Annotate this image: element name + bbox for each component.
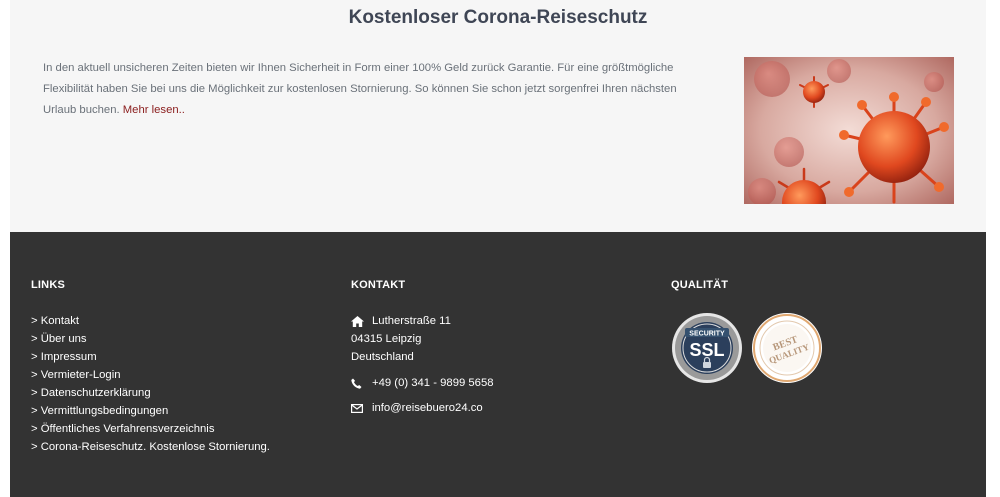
contact-heading: KONTAKT <box>351 279 406 291</box>
contact-city: 04315 Leipzig <box>351 333 422 345</box>
contact-email[interactable]: info@reisebuero24.co <box>351 399 494 417</box>
footer-link-ueber-uns[interactable]: > Über uns <box>31 330 270 348</box>
page-frame: Kostenloser Corona-Reiseschutz In den ak… <box>10 0 986 497</box>
links-heading: LINKS <box>31 279 65 291</box>
footer-link-kontakt[interactable]: > Kontakt <box>31 312 270 330</box>
corona-section: Kostenloser Corona-Reiseschutz In den ak… <box>10 0 986 232</box>
contact-phone-text: +49 (0) 341 - 9899 5658 <box>372 377 494 389</box>
best-quality-badge: BEST QUALITY <box>751 312 823 389</box>
envelope-icon <box>351 403 372 413</box>
corona-virus-image <box>744 57 954 204</box>
footer-links-column: LINKS > Kontakt > Über uns > Impressum >… <box>31 278 270 456</box>
contact-phone[interactable]: +49 (0) 341 - 9899 5658 <box>351 374 494 392</box>
ssl-security-badge: SECURITY SSL <box>671 312 743 389</box>
footer-link-vermieter-login[interactable]: > Vermieter-Login <box>31 366 270 384</box>
quality-heading: QUALITÄT <box>671 279 729 291</box>
footer-link-corona-reiseschutz[interactable]: > Corona-Reiseschutz. Kostenlose Stornie… <box>31 438 270 456</box>
quality-badges: SECURITY SSL BEST QUALITY <box>671 312 823 389</box>
section-title: Kostenloser Corona-Reiseschutz <box>348 7 648 28</box>
contact-country: Deutschland <box>351 351 414 363</box>
footer-links-list: > Kontakt > Über uns > Impressum > Vermi… <box>31 312 270 456</box>
footer-link-verfahrensverzeichnis[interactable]: > Öffentliches Verfahrensverzeichnis <box>31 420 270 438</box>
read-more-link[interactable]: Mehr lesen.. <box>123 104 185 116</box>
ssl-badge-small: SECURITY <box>689 331 725 338</box>
site-footer: LINKS > Kontakt > Über uns > Impressum >… <box>10 232 986 497</box>
footer-link-datenschutz[interactable]: > Datenschutzerklärung <box>31 384 270 402</box>
contact-street-text: Lutherstraße 11 <box>372 315 451 327</box>
footer-link-impressum[interactable]: > Impressum <box>31 348 270 366</box>
section-text: In den aktuell unsicheren Zeiten bieten … <box>43 58 708 121</box>
contact-street: Lutherstraße 11 <box>351 312 494 330</box>
footer-contact-column: KONTAKT Lutherstraße 11 04315 Leipzig De… <box>351 278 494 417</box>
contact-email-text: info@reisebuero24.co <box>372 402 483 414</box>
home-icon <box>351 315 372 327</box>
footer-link-vermittlungsbedingungen[interactable]: > Vermittlungsbedingungen <box>31 402 270 420</box>
phone-icon <box>351 378 372 389</box>
footer-quality-column: QUALITÄT SECURITY SSL BEST QUALITY <box>671 278 823 389</box>
